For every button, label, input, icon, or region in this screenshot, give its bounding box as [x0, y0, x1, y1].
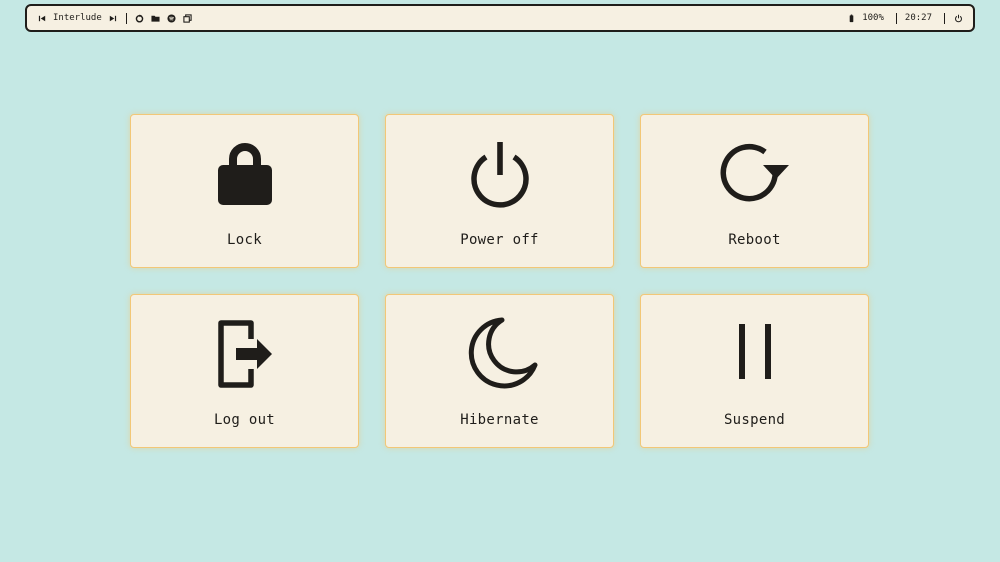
next-track-icon[interactable] [108, 13, 118, 23]
window-switch-icon[interactable] [183, 13, 193, 23]
power-icon [460, 133, 540, 213]
moon-icon [460, 313, 540, 393]
tile-label: Suspend [723, 412, 786, 428]
top-bar: Interlude 100% 20:27 [25, 4, 975, 32]
tile-label: Power off [460, 232, 539, 248]
pause-icon [715, 313, 795, 393]
spotify-icon[interactable] [167, 13, 177, 23]
divider [895, 12, 897, 24]
power-icon[interactable] [953, 13, 963, 23]
track-title[interactable]: Interlude [53, 13, 102, 23]
clock: 20:27 [904, 13, 932, 23]
logout-icon [205, 313, 285, 393]
lock-button[interactable]: Lock [130, 114, 359, 268]
status-area: 100% 20:27 [846, 12, 963, 24]
battery-icon [846, 13, 856, 23]
session-menu: Lock Power off Reboot Log out Hibernate … [130, 114, 870, 448]
previous-track-icon[interactable] [37, 13, 47, 23]
divider [125, 12, 127, 24]
tile-label: Reboot [728, 232, 781, 248]
tile-label: Lock [227, 232, 262, 248]
hibernate-button[interactable]: Hibernate [385, 294, 614, 448]
media-controls: Interlude [37, 12, 193, 24]
power-off-button[interactable]: Power off [385, 114, 614, 268]
log-out-button[interactable]: Log out [130, 294, 359, 448]
lock-icon [205, 133, 285, 213]
suspend-button[interactable]: Suspend [640, 294, 869, 448]
reboot-icon [715, 133, 795, 213]
folder-icon[interactable] [151, 13, 161, 23]
tile-label: Hibernate [460, 412, 539, 428]
divider [944, 12, 945, 24]
reboot-button[interactable]: Reboot [640, 114, 869, 268]
tile-label: Log out [213, 412, 276, 428]
refresh-icon[interactable] [135, 13, 145, 23]
battery-level: 100% [862, 13, 884, 23]
